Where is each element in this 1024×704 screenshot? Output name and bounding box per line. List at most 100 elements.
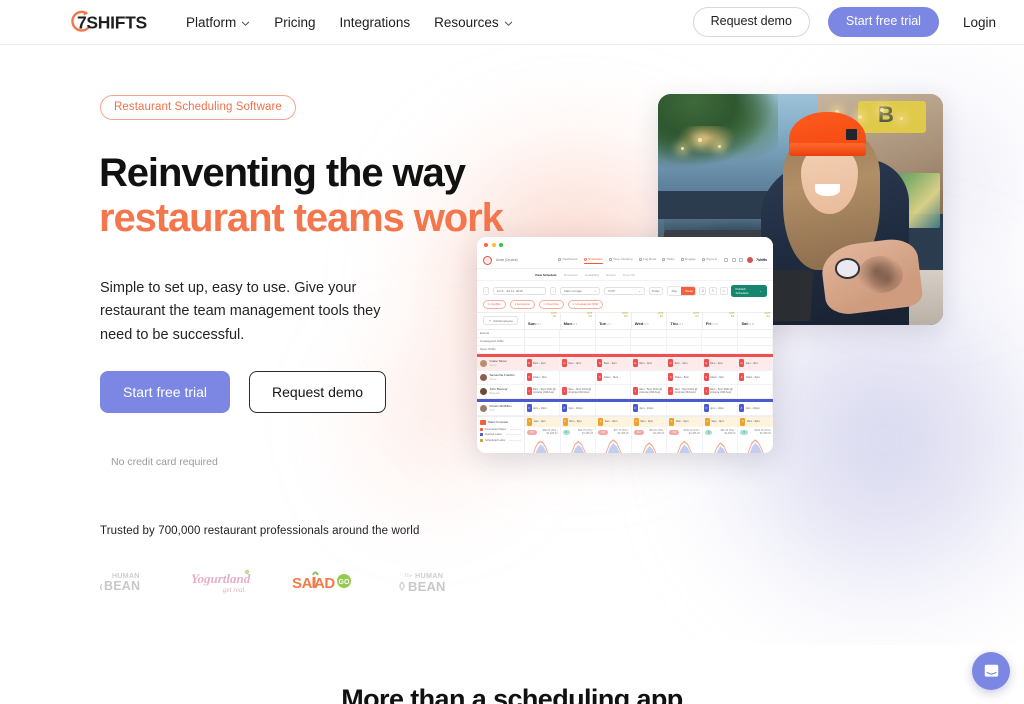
forecast-day: F 9am - 9pm 0 $82.75 (5%) / $4,485.00	[560, 416, 597, 453]
mockup-tab-tasks[interactable]: Tasks	[662, 257, 675, 263]
department-select[interactable]: FOH ⌄	[604, 287, 645, 295]
day-date: Jul 11	[747, 322, 755, 326]
table-row[interactable]: John Beuregr Bartender J 9am - 5pm FOH @ A…	[477, 384, 773, 399]
mockup-tab-time-clocking[interactable]: Time Clocking	[608, 257, 633, 263]
hero-request-demo-button[interactable]: Request demo	[249, 371, 387, 414]
publish-schedule-label: Publish Schedule	[735, 287, 749, 295]
forecast-value: $86.25 (5%) / $4,485.00	[720, 428, 736, 436]
nav-item-integrations[interactable]: Integrations	[328, 9, 423, 36]
mockup-tab-dashboard[interactable]: Dashboard	[558, 257, 578, 263]
prev-week-button[interactable]: ‹	[483, 287, 489, 295]
view-toggle-week[interactable]: Week	[681, 287, 695, 295]
mockup-subtab-view-schedule[interactable]: View Schedule	[535, 273, 557, 277]
hero-subcopy: Simple to set up, easy to use. Give your…	[100, 280, 381, 343]
header-request-demo-button[interactable]: Request demo	[692, 7, 810, 37]
employee-role: Server	[489, 363, 497, 367]
no-credit-card-note: No credit card required	[111, 456, 218, 468]
forecast-chart	[596, 437, 631, 453]
employee-cell: John Beuregr Bartender	[477, 384, 525, 398]
inbox-icon[interactable]	[731, 258, 736, 262]
location-select[interactable]: Main Lounge ⌄	[560, 287, 601, 295]
mockup-tab-schedules[interactable]: Schedules	[583, 257, 603, 264]
forecast-day: F 9am - 9pm 0 $86.25 (5%) / $4,485.00	[702, 416, 739, 453]
mockup-subtab-availability[interactable]: Availability	[585, 273, 600, 277]
forecast-value: $82.75 (5%) / $4,485.00	[578, 428, 594, 436]
nav-item-pricing[interactable]: Pricing	[262, 9, 327, 36]
chat-launcher-button[interactable]	[972, 652, 1010, 690]
filter-icon[interactable]: ⇅	[698, 287, 707, 295]
mockup-subtab-time-off[interactable]: Time Off	[623, 273, 635, 277]
section-label: Events	[477, 329, 525, 337]
legend-label: Scheduled Labor	[485, 438, 506, 442]
shift-label: 8am - 3pm	[568, 361, 582, 365]
mockup-tab-reports[interactable]: Reports	[701, 257, 717, 263]
logo[interactable]: 7SHIFTS	[68, 0, 150, 45]
day-name: Sat	[741, 320, 748, 326]
view-toggle-day[interactable]: Day	[667, 287, 682, 295]
list-icon[interactable]	[724, 258, 729, 262]
today-button[interactable]: Today	[648, 287, 663, 295]
chip-exception[interactable]: 1 Exception	[509, 300, 536, 309]
chevron-down-icon	[504, 19, 513, 28]
schedule-section-row[interactable]: Unassigned shifts	[477, 337, 773, 346]
forecast-pill: 110	[527, 429, 537, 435]
shift-label: 8am - 3pm	[674, 361, 688, 365]
header-start-trial-button[interactable]: Start free trial	[827, 7, 939, 37]
hero-start-trial-button[interactable]: Start free trial	[100, 371, 231, 414]
table-row[interactable]: Samantha Franklin Server S 10am - 5pm S 10a…	[477, 370, 773, 385]
chip-unassigned-shift[interactable]: 1 Unassigned Shift	[567, 300, 604, 309]
table-row[interactable]: Grace Tarver Server G 8am - 3pm G 8am - 3pm…	[477, 356, 773, 371]
mockup-logo: 7shifts	[756, 258, 767, 262]
view-toggle[interactable]: Day Week	[666, 286, 696, 296]
mockup-tab-engage[interactable]: Engage	[680, 257, 696, 263]
shift-label: 8am - 3pm	[639, 361, 653, 365]
chat-icon[interactable]	[739, 258, 744, 262]
mockup-account-name: Acme (On Ave)	[496, 258, 518, 262]
forecast-pill: 0	[704, 429, 713, 435]
nav-label-integrations: Integrations	[339, 14, 411, 30]
mockup-subtab-templates[interactable]: Templates	[564, 273, 578, 277]
nav-item-resources[interactable]: Resources	[422, 9, 525, 36]
avatar	[480, 359, 487, 367]
employee-name: Kristen McMillan	[489, 403, 512, 408]
customer-logo-strip: HUMAN BEAN Yogurtland get real. SA AD GO…	[100, 563, 454, 603]
mockup-subtab-events[interactable]: Events	[606, 273, 615, 277]
yogurtland-line2: get real.	[223, 586, 246, 594]
mockup-tab-log-book[interactable]: Log Book	[638, 257, 656, 263]
day-date: Jul 5	[535, 322, 542, 326]
shift-label: 8am - 3pm	[710, 361, 723, 365]
mockup-schedule-grid: ＋ Add Employee SunJul 5 1075 8/1 MonJul 6…	[477, 311, 773, 416]
header-actions: Request demo Start free trial Login	[692, 7, 1002, 37]
employee-cell: Grace Tarver Server	[477, 356, 525, 370]
hero-badge: Restaurant Scheduling Software	[100, 95, 296, 120]
edit-icon[interactable]: ✎	[709, 287, 717, 295]
shift-label: 8am - 3pm	[745, 361, 759, 365]
schedule-section-row[interactable]: Open Shifts	[477, 345, 773, 354]
publish-schedule-button[interactable]: Publish Schedule ⌄	[730, 285, 767, 297]
mockup-browser-chrome	[477, 237, 773, 252]
forecast-title: Sales Forecast	[488, 420, 509, 425]
human-bean-logo-icon: HUMAN BEAN	[100, 573, 140, 593]
landing-page: 7SHIFTS Platform Pricing Integrations Re…	[0, 0, 1024, 704]
shift-label: 4pm - 10pm	[533, 406, 548, 410]
next-week-button[interactable]: ›	[550, 287, 557, 295]
table-row[interactable]: Kristen McMillan Host K 4pm - 10pm K 4pm - …	[477, 401, 773, 416]
schedule-section-row[interactable]: Events	[477, 329, 773, 338]
chip-overtime[interactable]: 1 Overtime	[539, 300, 564, 309]
nav-item-platform[interactable]: Platform	[174, 9, 262, 36]
chip-conflict[interactable]: 1 Conflict	[483, 300, 506, 309]
add-employee-button[interactable]: ＋ Add Employee	[483, 316, 518, 326]
mockup-filter-actions: Day Week ⇅ ✎ ⎙ Publish Schedule ⌄	[666, 285, 767, 297]
window-maximize-dot	[499, 242, 503, 247]
nav-label-platform: Platform	[186, 14, 237, 30]
customer-logo-salad-and-go: SA AD GO	[292, 563, 358, 603]
forecast-day-header: 9am - 9pm	[604, 420, 618, 424]
login-link[interactable]: Login	[957, 15, 1002, 30]
print-icon[interactable]: ⎙	[719, 287, 728, 295]
date-range-picker[interactable]: Jul 5 - Jul 11, 2019	[492, 287, 547, 295]
avatar[interactable]	[746, 257, 753, 263]
location-value: Main Lounge	[564, 289, 582, 293]
day-column-header: SunJul 5 1075 8/1	[525, 312, 561, 329]
headline-line-2: restaurant teams work	[99, 195, 504, 240]
forecast-chart	[632, 437, 667, 453]
